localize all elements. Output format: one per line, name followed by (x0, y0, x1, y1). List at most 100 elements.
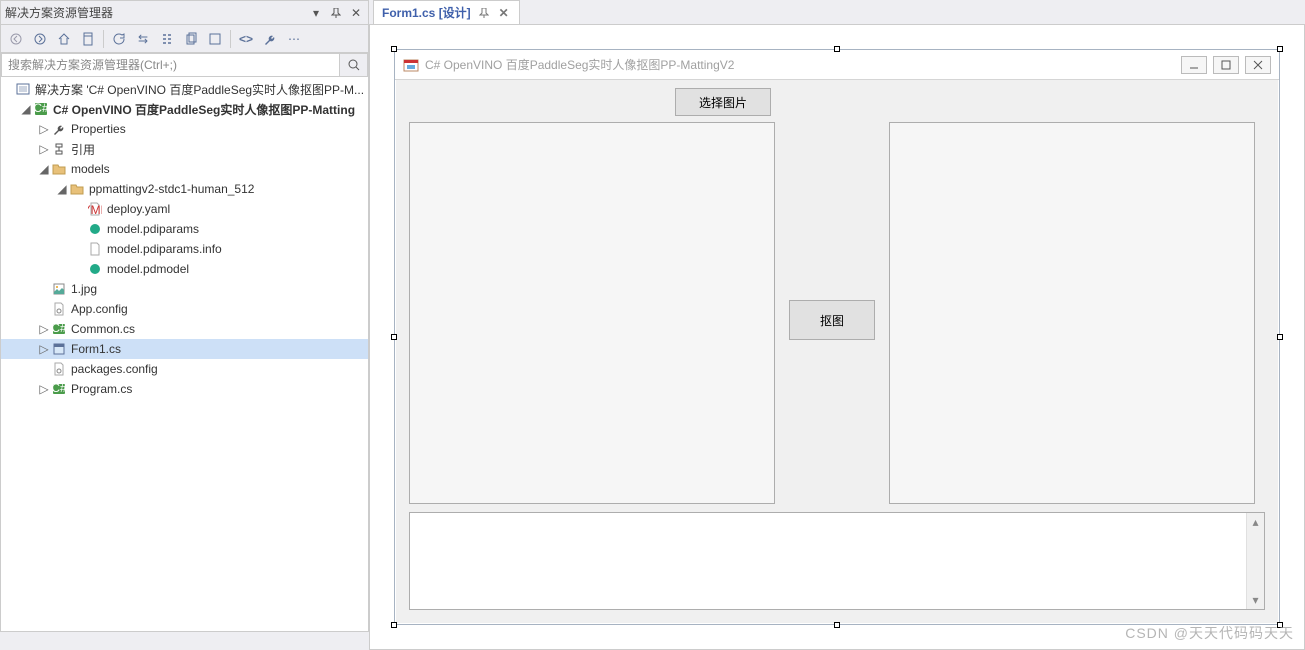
solution-node[interactable]: 解决方案 'C# OpenVINO 百度PaddleSeg实时人像抠图PP-M.… (1, 79, 368, 99)
properties-node[interactable]: ▷ Properties (1, 119, 368, 139)
expander-icon[interactable] (1, 82, 15, 96)
close-icon[interactable] (1245, 56, 1271, 74)
tree-label: deploy.yaml (107, 202, 170, 216)
form-titlebar[interactable]: C# OpenVINO 百度PaddleSeg实时人像抠图PP-MattingV… (395, 50, 1279, 80)
scroll-down-icon[interactable]: ▾ (1247, 591, 1265, 609)
window-buttons (1181, 56, 1271, 74)
tree-label: Properties (71, 122, 126, 136)
folder-icon (51, 161, 67, 177)
expander-icon[interactable]: ▷ (37, 142, 51, 156)
expander-open-icon[interactable]: ◢ (19, 102, 33, 116)
spacer (37, 302, 51, 316)
maximize-icon[interactable] (1213, 56, 1239, 74)
back-icon[interactable] (5, 28, 27, 50)
separator (230, 30, 231, 48)
spacer (37, 282, 51, 296)
button-label: 选择图片 (699, 94, 747, 111)
search-row (1, 53, 368, 77)
resize-handle[interactable] (391, 334, 397, 340)
resize-handle[interactable] (1277, 622, 1283, 628)
scrollbar[interactable]: ▴ ▾ (1246, 513, 1264, 609)
tree-label: Form1.cs (71, 342, 121, 356)
tab-bar: Form1.cs [设计] ✕ (369, 0, 1305, 24)
collapse-icon[interactable]: ⇆ (132, 28, 154, 50)
binary-file-icon (87, 221, 103, 237)
file-icon (87, 241, 103, 257)
resize-handle[interactable] (391, 46, 397, 52)
tree-label: model.pdmodel (107, 262, 189, 276)
csharp-project-icon: C# (33, 101, 49, 117)
expander-icon[interactable]: ▷ (37, 342, 51, 356)
expander-icon[interactable]: ▷ (37, 322, 51, 336)
resize-handle[interactable] (834, 46, 840, 52)
panel-title: 解决方案资源管理器 (5, 4, 113, 21)
form-window[interactable]: C# OpenVINO 百度PaddleSeg实时人像抠图PP-MattingV… (394, 49, 1280, 625)
code-icon[interactable]: <> (235, 28, 257, 50)
preview-icon[interactable] (204, 28, 226, 50)
svg-text:YML: YML (88, 203, 102, 216)
spacer (73, 242, 87, 256)
search-input[interactable] (2, 54, 339, 76)
file-form1-cs[interactable]: ▷ Form1.cs (1, 339, 368, 359)
file-model-pdiparams-info[interactable]: model.pdiparams.info (1, 239, 368, 259)
scroll-up-icon[interactable]: ▴ (1247, 513, 1265, 531)
close-icon[interactable]: ✕ (348, 5, 364, 21)
minimize-icon[interactable] (1181, 56, 1207, 74)
expander-icon[interactable]: ▷ (37, 122, 51, 136)
forward-icon[interactable] (29, 28, 51, 50)
file-model-pdiparams[interactable]: model.pdiparams (1, 219, 368, 239)
tree-label: App.config (71, 302, 128, 316)
home-icon[interactable] (53, 28, 75, 50)
show-all-icon[interactable] (156, 28, 178, 50)
expander-icon[interactable]: ▷ (37, 382, 51, 396)
file-program-cs[interactable]: ▷ C# Program.cs (1, 379, 368, 399)
resize-handle[interactable] (391, 622, 397, 628)
search-dropdown-icon[interactable] (339, 54, 367, 76)
tab-form1-design[interactable]: Form1.cs [设计] ✕ (373, 0, 520, 24)
expander-open-icon[interactable]: ◢ (55, 182, 69, 196)
pin-icon[interactable] (477, 6, 491, 20)
image-box-left[interactable] (409, 122, 775, 504)
model-subfolder-node[interactable]: ◢ ppmattingv2-stdc1-human_512 (1, 179, 368, 199)
project-node[interactable]: ◢ C# C# OpenVINO 百度PaddleSeg实时人像抠图PP-Mat… (1, 99, 368, 119)
references-icon (51, 141, 67, 157)
tree-label: ppmattingv2-stdc1-human_512 (89, 182, 254, 196)
select-image-button[interactable]: 选择图片 (675, 88, 771, 116)
file-app-config[interactable]: App.config (1, 299, 368, 319)
svg-text:C#: C# (34, 102, 48, 115)
designer-surface[interactable]: C# OpenVINO 百度PaddleSeg实时人像抠图PP-MattingV… (369, 24, 1305, 650)
file-packages-config[interactable]: packages.config (1, 359, 368, 379)
file-deploy-yaml[interactable]: YML deploy.yaml (1, 199, 368, 219)
resize-handle[interactable] (834, 622, 840, 628)
pin-icon[interactable] (328, 5, 344, 21)
file-1jpg[interactable]: 1.jpg (1, 279, 368, 299)
form-body[interactable]: 选择图片 抠图 ▴ ▾ (395, 80, 1279, 624)
panel-header-buttons: ▾ ✕ (308, 5, 364, 21)
image-box-right[interactable] (889, 122, 1255, 504)
tree-label: model.pdiparams (107, 222, 199, 236)
solution-tree[interactable]: 解决方案 'C# OpenVINO 百度PaddleSeg实时人像抠图PP-M.… (1, 77, 368, 631)
models-folder-node[interactable]: ◢ models (1, 159, 368, 179)
file-common-cs[interactable]: ▷ C# Common.cs (1, 319, 368, 339)
solution-explorer-panel: 解决方案资源管理器 ▾ ✕ ⇆ <> ⋯ 解决 (0, 0, 369, 632)
more-icon[interactable]: ⋯ (283, 28, 305, 50)
spacer (37, 362, 51, 376)
references-node[interactable]: ▷ 引用 (1, 139, 368, 159)
sync-icon[interactable] (77, 28, 99, 50)
separator (103, 30, 104, 48)
wrench-icon[interactable] (259, 28, 281, 50)
dropdown-icon[interactable]: ▾ (308, 5, 324, 21)
expander-open-icon[interactable]: ◢ (37, 162, 51, 176)
close-icon[interactable]: ✕ (497, 6, 511, 20)
config-file-icon (51, 361, 67, 377)
tree-label: 解决方案 'C# OpenVINO 百度PaddleSeg实时人像抠图PP-M.… (35, 81, 364, 98)
matting-button[interactable]: 抠图 (789, 300, 875, 340)
resize-handle[interactable] (1277, 46, 1283, 52)
copy-icon[interactable] (180, 28, 202, 50)
refresh-icon[interactable] (108, 28, 130, 50)
file-model-pdmodel[interactable]: model.pdmodel (1, 259, 368, 279)
svg-text:C#: C# (52, 322, 66, 335)
tree-label: 1.jpg (71, 282, 97, 296)
resize-handle[interactable] (1277, 334, 1283, 340)
output-textbox[interactable]: ▴ ▾ (409, 512, 1265, 610)
